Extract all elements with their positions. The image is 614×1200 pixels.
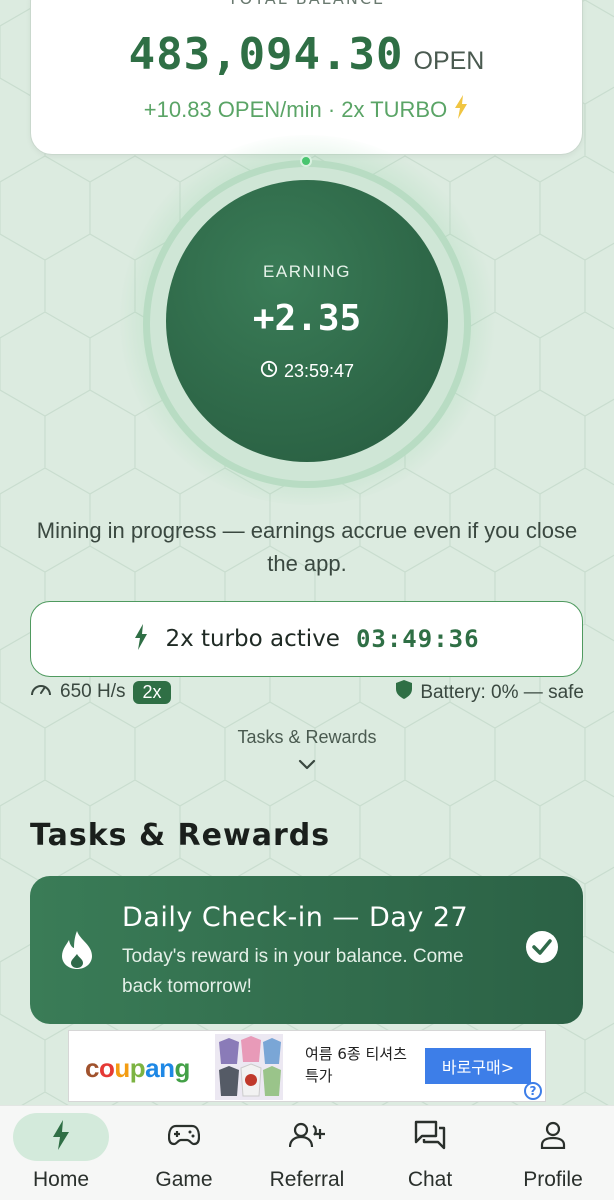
- flame-icon: [60, 930, 94, 974]
- profile-icon: [540, 1121, 566, 1153]
- nav-item-chat[interactable]: Chat: [369, 1106, 491, 1200]
- balance-unit: OPEN: [413, 47, 485, 75]
- checkin-title: Daily Check-in — Day 27: [122, 902, 469, 933]
- speedometer-icon: [30, 680, 52, 704]
- miner-earned-value: +2.35: [252, 298, 362, 339]
- ad-banner[interactable]: coupang 여름 6종 티셔츠 특가 바로구매> ?: [68, 1030, 546, 1102]
- tasks-rewards-link[interactable]: Tasks & Rewards: [0, 727, 614, 748]
- mining-stats: 650 H/s 2x Battery: 0% — safe: [30, 680, 584, 708]
- turbo-status[interactable]: 2x turbo active 03:49:36: [30, 601, 583, 677]
- nav-item-game[interactable]: Game: [123, 1106, 245, 1200]
- nav-label-game: Game: [155, 1168, 213, 1191]
- nav-icon-container: [13, 1113, 109, 1161]
- tasks-section-title: Tasks & Rewards: [30, 818, 331, 853]
- balance-value: 483,094.30: [128, 29, 404, 80]
- nav-item-referral[interactable]: Referral: [246, 1106, 368, 1200]
- balance-row: 483,094.30 OPEN: [31, 29, 582, 80]
- miner-progress-dot: [300, 155, 312, 167]
- mining-status-message: Mining in progress — earnings accrue eve…: [36, 518, 578, 576]
- ad-product-image: [215, 1034, 283, 1100]
- earning-rate: +10.83 OPEN/min · 2x TURBO: [31, 95, 582, 125]
- checkin-description: Today's reward is in your balance. Come …: [122, 946, 464, 997]
- earning-rate-text: +10.83 OPEN/min · 2x TURBO: [143, 97, 448, 122]
- bottom-navigation: Home Game Referral Chat Profile: [0, 1105, 614, 1200]
- gamepad-icon: [167, 1123, 201, 1151]
- chevron-down-icon[interactable]: [298, 756, 316, 775]
- bolt-icon: [51, 1120, 71, 1154]
- nav-item-home[interactable]: Home: [0, 1106, 122, 1200]
- nav-icon-container: [505, 1113, 601, 1161]
- nav-label-chat: Chat: [407, 1168, 453, 1191]
- balance-card: TOTAL BALANCE 483,094.30 OPEN +10.83 OPE…: [30, 0, 583, 155]
- miner-timer: 23:59:47: [166, 360, 448, 383]
- ad-brand-logo: coupang: [85, 1053, 190, 1083]
- turbo-timer: 03:49:36: [355, 625, 480, 653]
- nav-item-profile[interactable]: Profile: [492, 1106, 614, 1200]
- nav-icon-container: [136, 1113, 232, 1161]
- ad-text: 여름 6종 티셔츠 특가: [305, 1045, 407, 1085]
- multiplier-badge: 2x: [133, 680, 171, 704]
- nav-icon-container: [259, 1113, 355, 1161]
- ad-info-icon[interactable]: ?: [524, 1082, 542, 1100]
- add-user-icon: [288, 1122, 325, 1152]
- clock-icon: [260, 360, 278, 383]
- nav-label-home: Home: [32, 1168, 90, 1191]
- hashrate-value: 650 H/s: [60, 681, 126, 702]
- shield-icon: [396, 680, 413, 705]
- chat-icon: [414, 1120, 446, 1154]
- check-circle-icon: [525, 930, 559, 968]
- hashrate-stat: 650 H/s 2x: [30, 680, 171, 704]
- turbo-label: 2x turbo active: [165, 626, 340, 652]
- lightning-icon: [453, 95, 469, 125]
- battery-stat: Battery: 0% — safe: [396, 680, 584, 705]
- balance-label: TOTAL BALANCE: [31, 0, 582, 8]
- mining-button[interactable]: EARNING +2.35 23:59:47: [166, 180, 448, 462]
- nav-label-profile: Profile: [523, 1168, 583, 1191]
- daily-checkin-card[interactable]: Daily Check-in — Day 27 Today's reward i…: [30, 876, 583, 1024]
- battery-text: Battery: 0% — safe: [420, 681, 584, 703]
- ad-buy-button[interactable]: 바로구매>: [425, 1048, 531, 1084]
- lightning-icon: [133, 624, 149, 654]
- nav-icon-container: [382, 1113, 478, 1161]
- nav-label-referral: Referral: [269, 1168, 345, 1191]
- miner-timer-text: 23:59:47: [283, 361, 355, 381]
- miner-status-label: EARNING: [263, 262, 351, 281]
